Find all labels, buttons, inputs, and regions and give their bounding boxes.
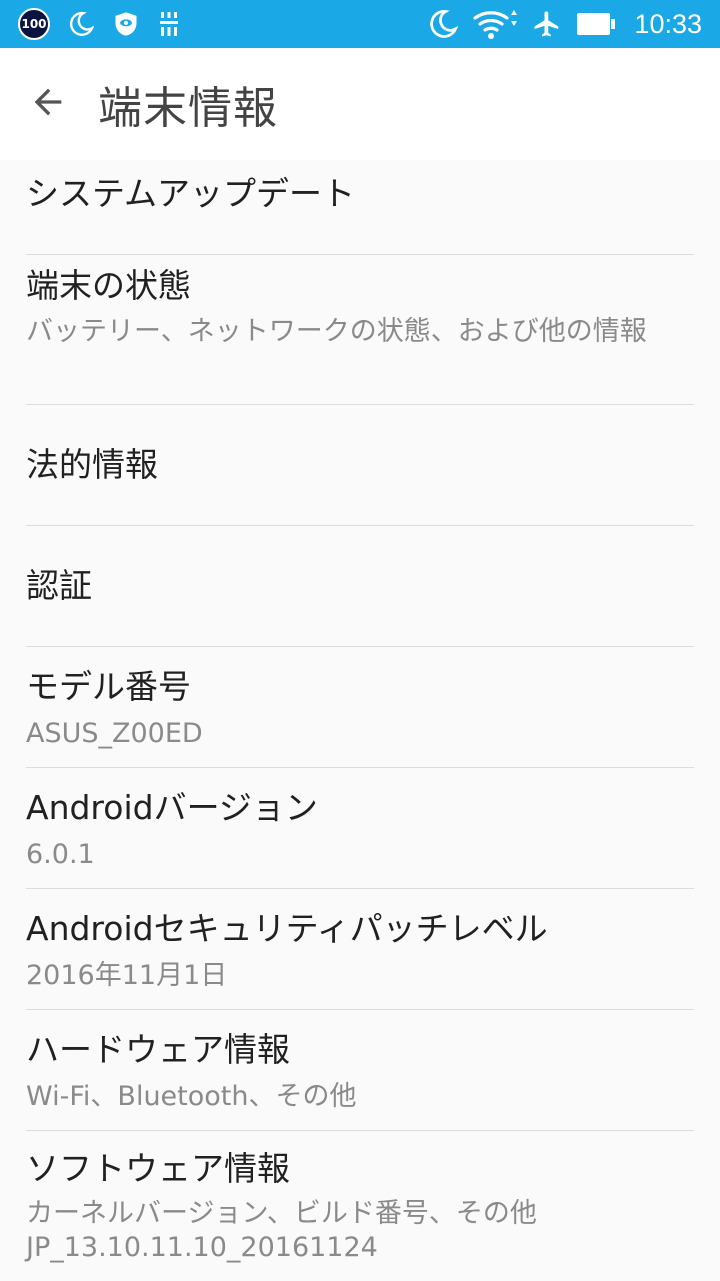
list-item-certification[interactable]: 認証 [26, 526, 694, 647]
wifi-icon [472, 7, 518, 41]
item-title: 法的情報 [26, 445, 158, 484]
list-item-device-status[interactable]: 端末の状態 バッテリー、ネットワークの状態、および他の情報 [26, 255, 694, 405]
settings-list: システムアップデート 端末の状態 バッテリー、ネットワークの状態、および他の情報… [0, 160, 720, 1281]
back-button[interactable] [24, 80, 72, 128]
item-summary: バッテリー、ネットワークの状態、および他の情報 [26, 316, 647, 347]
status-bar: 100 10:33 [0, 0, 720, 48]
item-summary: カーネルバージョン、ビルド番号、その他 [26, 1198, 537, 1229]
moon-icon [428, 9, 459, 39]
battery-percent-badge: 100 [18, 8, 50, 40]
item-title: システムアップデート [26, 174, 356, 213]
item-summary: 6.0.1 [26, 839, 95, 870]
status-bar-left: 100 [0, 0, 180, 48]
arrow-left-icon [28, 82, 68, 126]
status-bar-right: 10:33 [428, 0, 720, 48]
list-item-legal-info[interactable]: 法的情報 [26, 405, 694, 526]
item-title: 端末の状態 [26, 266, 191, 305]
app-bar: 端末情報 [0, 48, 720, 160]
airplane-icon [532, 9, 562, 39]
item-title: Androidバージョン [26, 788, 318, 827]
status-bar-time: 10:33 [634, 8, 702, 39]
item-summary: Wi-Fi、Bluetooth、その他 [26, 1081, 357, 1112]
battery-icon [576, 11, 616, 37]
list-item-model-number[interactable]: モデル番号 ASUS_Z00ED [26, 647, 694, 768]
page-title: 端末情報 [98, 83, 278, 134]
list-item-hardware-info[interactable]: ハードウェア情報 Wi-Fi、Bluetooth、その他 [26, 1010, 694, 1131]
list-item-system-update[interactable]: システムアップデート [26, 160, 694, 255]
item-title: Androidセキュリティパッチレベル [26, 909, 548, 948]
moon-icon [68, 11, 94, 37]
list-item-security-patch[interactable]: Androidセキュリティパッチレベル 2016年11月1日 [26, 889, 694, 1010]
list-item-android-version[interactable]: Androidバージョン 6.0.1 [26, 768, 694, 889]
item-summary: ASUS_Z00ED [26, 718, 203, 749]
item-summary: 2016年11月1日 [26, 960, 228, 991]
item-summary-build: JP_13.10.11.10_20161124 [26, 1232, 378, 1263]
usb-debug-icon [158, 11, 180, 37]
item-title: ハードウェア情報 [26, 1030, 290, 1069]
list-item-software-info[interactable]: ソフトウェア情報 カーネルバージョン、ビルド番号、その他 JP_13.10.11… [26, 1131, 694, 1281]
item-title: 認証 [26, 566, 92, 605]
item-title: モデル番号 [26, 667, 191, 706]
shield-icon [112, 10, 140, 38]
item-title: ソフトウェア情報 [26, 1149, 290, 1188]
